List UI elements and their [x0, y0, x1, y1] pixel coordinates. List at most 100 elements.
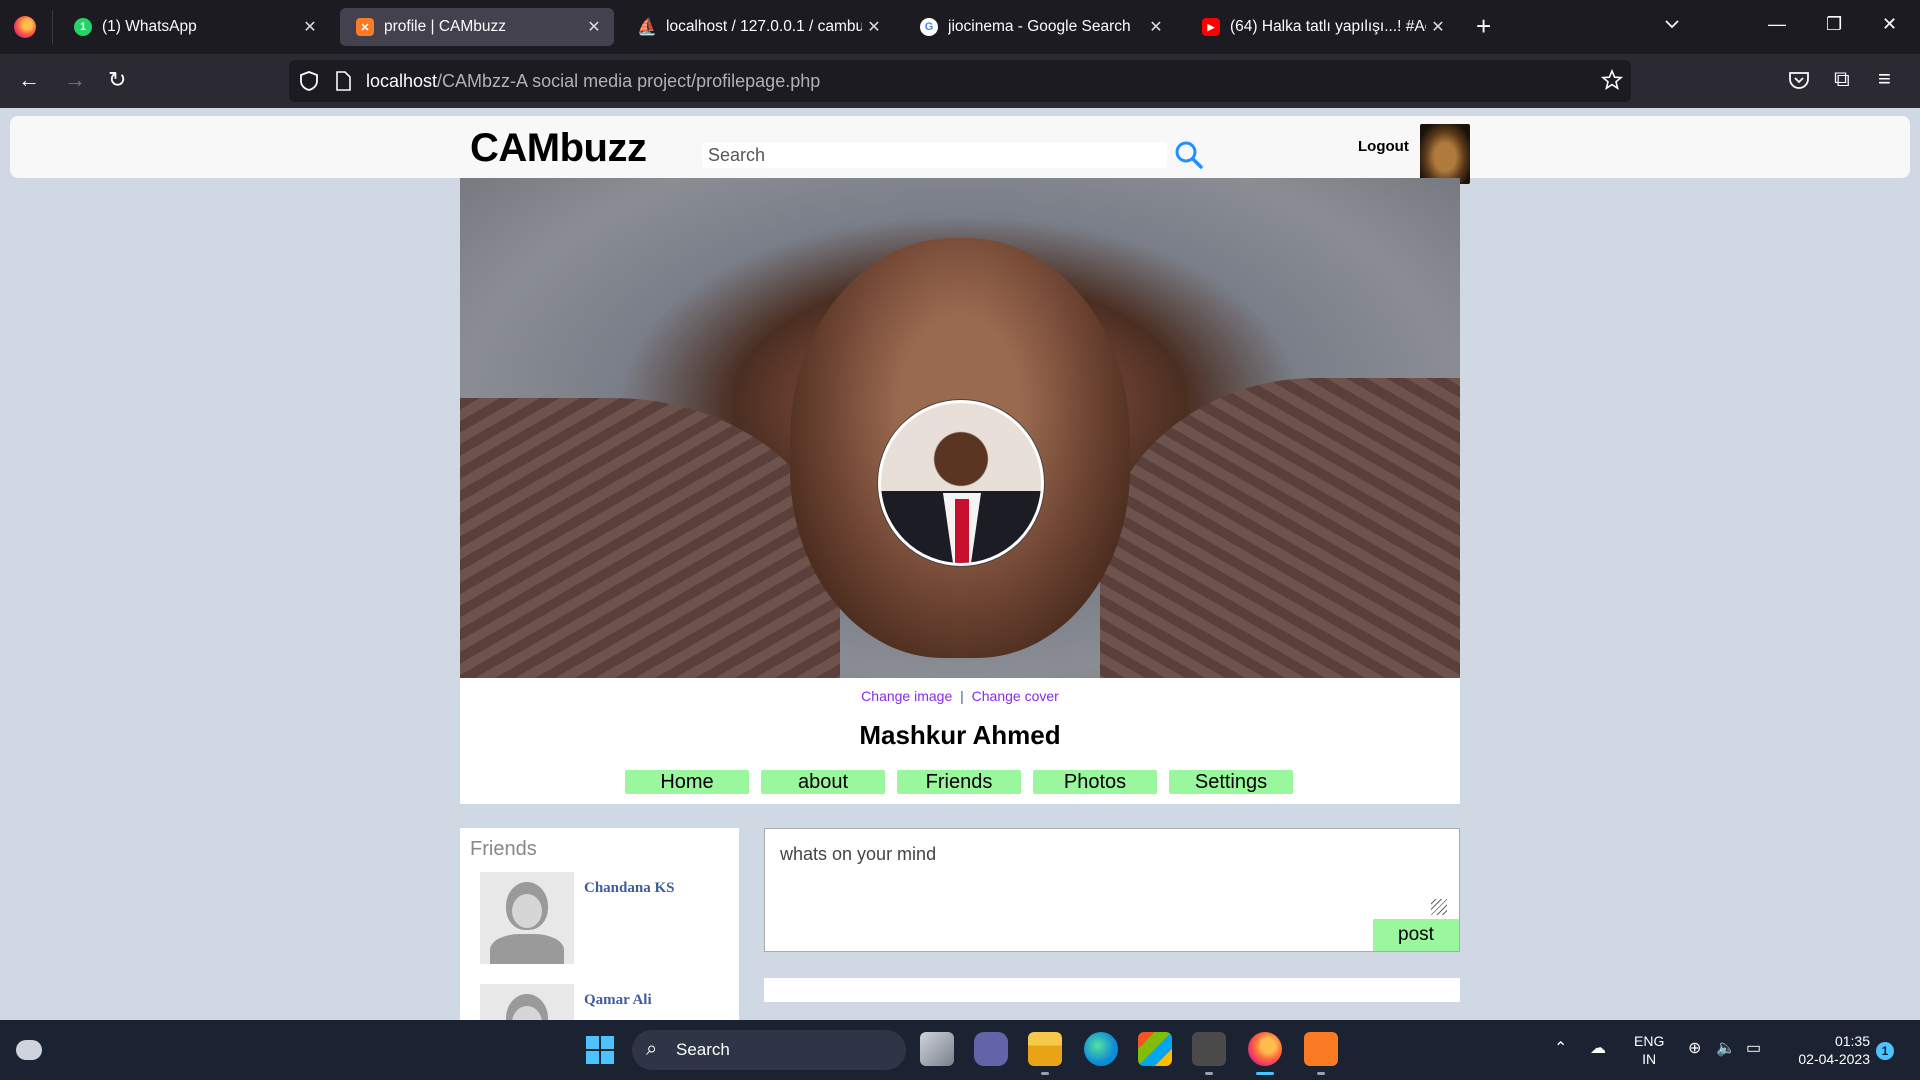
- sublime-text-icon[interactable]: [1192, 1032, 1226, 1066]
- running-indicator: [1041, 1072, 1049, 1075]
- close-icon[interactable]: ✕: [862, 17, 886, 37]
- phpmyadmin-icon: ⛵: [637, 19, 657, 36]
- menu-home-button[interactable]: Home: [625, 770, 749, 794]
- close-icon[interactable]: ✕: [582, 17, 606, 37]
- hamburger-menu-icon[interactable]: ≡: [1878, 66, 1891, 92]
- tab-google-search[interactable]: G jiocinema - Google Search ✕: [904, 8, 1176, 46]
- forward-icon[interactable]: →: [64, 68, 86, 92]
- close-icon[interactable]: ✕: [1144, 17, 1168, 37]
- close-window-icon[interactable]: ✕: [1882, 14, 1897, 35]
- avatar-face: [512, 894, 542, 928]
- clock-date: 02-04-2023: [1798, 1051, 1870, 1067]
- chevron-down-icon[interactable]: [1664, 16, 1680, 32]
- friends-title: Friends: [470, 838, 537, 860]
- link-separator: |: [960, 688, 964, 704]
- avatar-body: [490, 934, 564, 964]
- menu-friends-button[interactable]: Friends: [897, 770, 1021, 794]
- pocket-icon[interactable]: [1788, 70, 1810, 90]
- friend-name[interactable]: Chandana KS: [584, 880, 674, 897]
- onedrive-icon[interactable]: ☁: [1590, 1038, 1606, 1058]
- profile-picture: [878, 400, 1044, 566]
- running-indicator: [1256, 1072, 1274, 1075]
- header-avatar[interactable]: [1420, 124, 1470, 184]
- site-header: CAMbuzz Logout: [10, 116, 1910, 184]
- friend-item[interactable]: Chandana KS: [480, 872, 730, 964]
- volume-icon[interactable]: 🔈: [1716, 1038, 1736, 1058]
- menu-about-button[interactable]: about: [761, 770, 885, 794]
- post-button[interactable]: post: [1373, 919, 1459, 951]
- post-textarea[interactable]: [766, 830, 1458, 950]
- url-text[interactable]: localhost/CAMbzz-A social media project/…: [366, 71, 820, 92]
- running-indicator: [1317, 1072, 1325, 1075]
- tab-title: jiocinema - Google Search: [948, 18, 1131, 35]
- menu-settings-button[interactable]: Settings: [1169, 770, 1293, 794]
- friend-name[interactable]: Qamar Ali: [584, 992, 652, 1009]
- language-indicator[interactable]: ENG IN: [1634, 1032, 1664, 1068]
- whatsapp-icon: 1: [74, 18, 92, 36]
- teams-chat-icon[interactable]: [974, 1032, 1008, 1066]
- search-icon: ⌕: [646, 1038, 658, 1060]
- new-tab-button[interactable]: +: [1476, 12, 1491, 40]
- google-icon: G: [920, 18, 938, 36]
- tab-title: profile | CAMbuzz: [384, 18, 507, 35]
- tab-title: (1) WhatsApp: [102, 18, 197, 35]
- store-icon[interactable]: [1138, 1032, 1172, 1066]
- friend-item[interactable]: Qamar Ali: [480, 984, 730, 1020]
- firefox-menu-icon[interactable]: [14, 16, 36, 38]
- minimize-icon[interactable]: —: [1768, 14, 1786, 35]
- close-icon[interactable]: ✕: [1426, 17, 1450, 37]
- firefox-icon[interactable]: [1248, 1032, 1282, 1066]
- xampp-icon: ✕: [356, 18, 374, 36]
- clock[interactable]: 01:35 02-04-2023: [1786, 1032, 1870, 1068]
- search-input[interactable]: [702, 142, 1167, 168]
- taskbar-search[interactable]: ⌕ Search: [632, 1030, 906, 1070]
- back-icon[interactable]: ←: [18, 68, 40, 92]
- clock-time: 01:35: [1834, 1033, 1870, 1049]
- url-path: /CAMbzz-A social media project/profilepa…: [437, 71, 821, 91]
- close-icon[interactable]: ✕: [298, 17, 322, 37]
- battery-icon[interactable]: ▭: [1746, 1038, 1761, 1058]
- tab-title: (64) Halka tatlı yapılışı...! #Adan: [1230, 18, 1426, 35]
- bookmark-star-icon[interactable]: [1601, 69, 1623, 91]
- windows-start-icon[interactable]: [586, 1036, 614, 1064]
- change-image-link[interactable]: Change image: [861, 688, 952, 704]
- notification-badge[interactable]: 1: [1876, 1042, 1894, 1060]
- tab-whatsapp[interactable]: 1 (1) WhatsApp ✕: [58, 8, 330, 46]
- browser-tab-bar: 1 (1) WhatsApp ✕ ✕ profile | CAMbuzz ✕ ⛵…: [0, 0, 1920, 54]
- profile-name: Mashkur Ahmed: [859, 720, 1061, 750]
- extensions-icon[interactable]: ⧉: [1834, 66, 1850, 92]
- network-icon[interactable]: ⊕: [1688, 1038, 1701, 1058]
- cover-coat-right: [1100, 378, 1460, 678]
- friends-panel: Friends Chandana KS Qamar Ali: [460, 828, 739, 1020]
- task-view-icon[interactable]: [920, 1032, 954, 1066]
- cover-coat-left: [460, 398, 840, 678]
- taskbar: ⌕ Search ⌃ ☁ ENG IN ⊕ 🔈 ▭ 01:35 02-04-20…: [0, 1020, 1920, 1080]
- shield-icon[interactable]: [298, 70, 320, 92]
- profile-picture-tie: [955, 499, 969, 563]
- profile-menu: Home about Friends Photos Settings: [625, 770, 1305, 794]
- change-cover-link[interactable]: Change cover: [972, 688, 1059, 704]
- youtube-icon: ▶: [1202, 18, 1220, 36]
- feed-post-card: [764, 978, 1460, 1002]
- friend-avatar[interactable]: [480, 984, 574, 1020]
- menu-photos-button[interactable]: Photos: [1033, 770, 1157, 794]
- tab-youtube[interactable]: ▶ (64) Halka tatlı yapılışı...! #Adan ✕: [1186, 8, 1458, 46]
- tab-phpmyadmin[interactable]: ⛵ localhost / 127.0.0.1 / cambuzz_ ✕: [622, 8, 894, 46]
- edge-icon[interactable]: [1084, 1032, 1118, 1066]
- xampp-icon[interactable]: [1304, 1032, 1338, 1066]
- weather-icon[interactable]: [16, 1040, 42, 1060]
- restore-icon[interactable]: ❐: [1826, 14, 1842, 35]
- tab-title: localhost / 127.0.0.1 / cambuzz_: [666, 18, 862, 35]
- language-code: ENG: [1634, 1033, 1665, 1049]
- logout-link[interactable]: Logout: [1358, 138, 1409, 155]
- tab-profile-cambuzz[interactable]: ✕ profile | CAMbuzz ✕: [340, 8, 614, 46]
- web-page: CAMbuzz Logout Change image | Change cov…: [0, 108, 1920, 1020]
- profile-panel: Change image | Change cover Mashkur Ahme…: [460, 678, 1460, 804]
- site-logo[interactable]: CAMbuzz: [470, 126, 647, 171]
- reload-icon[interactable]: ↻: [108, 68, 126, 92]
- file-explorer-icon[interactable]: [1028, 1032, 1062, 1066]
- friend-avatar[interactable]: [480, 872, 574, 964]
- resize-grip-icon[interactable]: [1431, 899, 1447, 915]
- chevron-up-icon[interactable]: ⌃: [1554, 1038, 1567, 1058]
- search-icon[interactable]: [1174, 140, 1204, 170]
